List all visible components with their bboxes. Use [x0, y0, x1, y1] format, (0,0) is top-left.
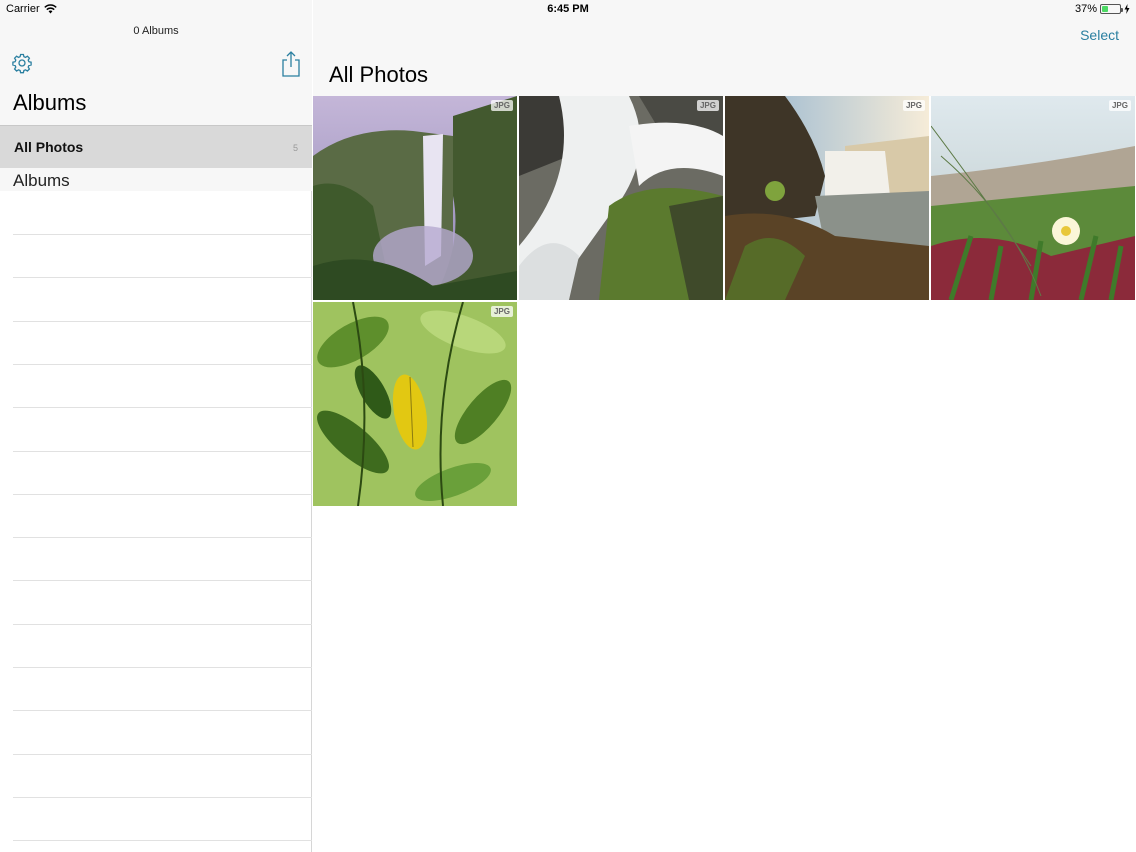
share-icon — [282, 51, 300, 77]
main-panel: Select All Photos JPG JPG JPG JPG JPG — [313, 0, 1136, 852]
photo-thumbnail[interactable]: JPG — [519, 96, 723, 300]
row-separator — [13, 234, 312, 235]
waterfall-image — [519, 96, 723, 300]
sidebar-item-all-photos[interactable]: All Photos 5 — [0, 126, 312, 168]
battery-icon — [1100, 4, 1123, 14]
row-separator — [13, 624, 312, 625]
row-separator — [13, 667, 312, 668]
battery-percent: 37% — [1074, 3, 1097, 15]
screen: Carrier 6:45 PM 37% 0 Albums Albums All … — [0, 0, 1136, 852]
sidebar-header: 0 Albums Albums — [0, 0, 312, 126]
page-title: All Photos — [329, 62, 429, 87]
share-button[interactable] — [279, 50, 303, 78]
leaves-image — [313, 302, 517, 506]
photo-thumbnail[interactable]: JPG — [313, 96, 517, 300]
sidebar-item-label: All Photos — [14, 139, 84, 155]
photo-thumbnail[interactable]: JPG — [725, 96, 929, 300]
section-header-label: Albums — [13, 171, 70, 190]
status-bar: Carrier 6:45 PM 37% — [0, 0, 1136, 18]
waterfall-image — [725, 96, 929, 300]
row-separator — [13, 537, 312, 538]
gear-icon — [12, 53, 32, 74]
status-time: 6:45 PM — [547, 3, 589, 15]
select-button[interactable]: Select — [1080, 27, 1119, 43]
battery-fill — [1102, 6, 1109, 12]
row-separator — [13, 840, 312, 841]
sidebar-item-count: 5 — [292, 143, 298, 153]
row-separator — [13, 494, 312, 495]
flower-image — [931, 96, 1135, 300]
sidebar: 0 Albums Albums All Photos 5 Albums — [0, 0, 312, 852]
row-separator — [13, 321, 312, 322]
row-separator — [13, 364, 312, 365]
settings-button[interactable] — [11, 52, 33, 74]
albums-count: 0 Albums — [133, 25, 179, 37]
waterfall-image — [313, 96, 517, 300]
file-type-badge: JPG — [696, 100, 719, 111]
file-type-badge: JPG — [490, 306, 513, 317]
row-separator — [13, 710, 312, 711]
photo-thumbnail[interactable]: JPG — [931, 96, 1135, 300]
row-separator — [13, 797, 312, 798]
photo-thumbnail[interactable]: JPG — [313, 302, 517, 506]
section-header-albums: Albums — [0, 168, 312, 191]
row-separator — [13, 277, 312, 278]
sidebar-title: Albums — [13, 90, 87, 115]
row-separator — [13, 754, 312, 755]
charging-icon — [1124, 4, 1130, 14]
row-separator — [13, 580, 312, 581]
status-right: 37% — [1075, 3, 1130, 15]
file-type-badge: JPG — [490, 100, 513, 111]
row-separator — [13, 451, 312, 452]
file-type-badge: JPG — [902, 100, 925, 111]
file-type-badge: JPG — [1108, 100, 1131, 111]
row-separator — [13, 407, 312, 408]
